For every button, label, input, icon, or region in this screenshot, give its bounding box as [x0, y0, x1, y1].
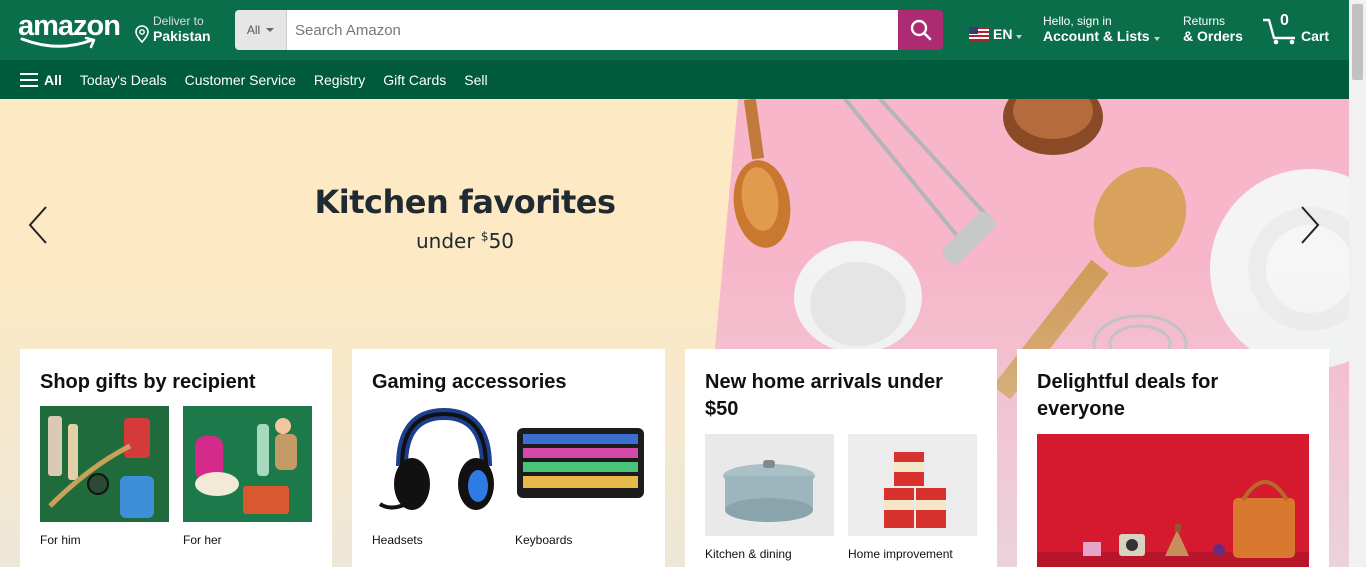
nav-customer-service[interactable]: Customer Service	[185, 72, 296, 88]
hero-subtitle-prefix: under	[415, 229, 481, 253]
search-button[interactable]	[898, 10, 943, 50]
cart-button[interactable]: 0 Cart	[1262, 12, 1332, 48]
card-title[interactable]: Delightful deals for everyone	[1037, 369, 1309, 423]
caret-down-icon	[266, 28, 275, 32]
tile-headsets[interactable]: Headsets	[372, 406, 501, 547]
search-bar: All	[235, 10, 943, 50]
carousel-next-arrow-icon[interactable]	[1298, 203, 1322, 247]
tile-for-him[interactable]: For him	[40, 406, 169, 547]
amazon-logo[interactable]: amazon	[18, 12, 121, 52]
top-nav: amazon Deliver to Pakistan All Search Am…	[0, 0, 1349, 60]
account-greeting: Hello, sign in	[1043, 14, 1112, 28]
card-title[interactable]: New home arrivals under $50	[705, 369, 977, 423]
cart-count: 0	[1280, 12, 1289, 29]
orders-label: & Orders	[1183, 28, 1243, 44]
language-code: EN	[993, 26, 1013, 42]
hamburger-icon	[20, 72, 38, 87]
card-title[interactable]: Shop gifts by recipient	[40, 369, 312, 396]
card-new-home-arrivals: New home arrivals under $50 Kitchen & di…	[685, 349, 997, 567]
nav-registry[interactable]: Registry	[314, 72, 365, 88]
card-gifts-by-recipient: Shop gifts by recipient For him For her	[20, 349, 332, 567]
account-menu[interactable]: Hello, sign in Account & Lists	[1043, 14, 1160, 44]
tile-home-improvement[interactable]: Home improvement	[848, 434, 977, 561]
language-selector[interactable]: EN	[969, 26, 1023, 42]
card-gaming-accessories: Gaming accessories Headsets Keyboards	[352, 349, 665, 567]
logo-smile-icon	[20, 36, 96, 49]
headset-image	[372, 406, 501, 522]
tile-kitchen-dining[interactable]: Kitchen & dining	[705, 434, 834, 561]
location-pin-icon	[135, 25, 149, 43]
all-menu-label: All	[44, 71, 62, 88]
for-him-image	[40, 406, 169, 522]
search-input[interactable]	[287, 10, 898, 50]
paint-cans-image	[848, 434, 977, 536]
search-icon	[910, 19, 931, 41]
cart-label: Cart	[1301, 28, 1330, 44]
for-her-image	[183, 406, 312, 522]
secondary-nav: All Today's Deals Customer Service Regis…	[0, 60, 1349, 99]
page-scrollbar[interactable]	[1349, 0, 1366, 567]
card-tiles: Headsets Keyboards	[372, 406, 644, 547]
hero-amount: 50	[488, 229, 515, 253]
hero-currency: $	[480, 229, 489, 244]
tile-caption: Keyboards	[515, 533, 573, 547]
deliver-country: Pakistan	[153, 28, 211, 44]
tile-caption: Home improvement	[848, 547, 953, 561]
tile-keyboards[interactable]: Keyboards	[515, 406, 644, 547]
nav-sell[interactable]: Sell	[464, 72, 487, 88]
dutch-oven-image	[705, 434, 834, 536]
hero-subtitle: under $50	[300, 229, 630, 253]
card-delightful-deals: Delightful deals for everyone	[1017, 349, 1329, 567]
caret-down-icon	[1153, 37, 1160, 41]
deliver-to[interactable]: Deliver to Pakistan	[135, 14, 211, 46]
all-menu-button[interactable]: All	[20, 72, 62, 88]
returns-label: Returns	[1183, 14, 1226, 28]
tile-caption: Headsets	[372, 533, 423, 547]
scrollbar-thumb[interactable]	[1352, 4, 1363, 80]
us-flag-icon	[969, 27, 989, 41]
nav-todays-deals[interactable]: Today's Deals	[80, 72, 167, 88]
deliver-label: Deliver to	[153, 14, 204, 28]
keyboard-image	[515, 406, 644, 522]
card-title[interactable]: Gaming accessories	[372, 369, 645, 396]
returns-orders[interactable]: Returns & Orders	[1183, 14, 1243, 44]
deals-image[interactable]	[1037, 434, 1309, 567]
search-category-dropdown[interactable]: All	[235, 10, 287, 50]
card-tiles: Kitchen & dining Home improvement	[705, 434, 977, 561]
tile-caption: For her	[183, 533, 222, 547]
tile-for-her[interactable]: For her	[183, 406, 312, 547]
account-lists-label: Account & Lists	[1043, 28, 1150, 44]
carousel-prev-arrow-icon[interactable]	[26, 203, 50, 247]
hero-title: Kitchen favorites	[314, 183, 616, 221]
card-tiles: For him For her	[40, 406, 312, 547]
tile-caption: For him	[40, 533, 81, 547]
nav-gift-cards[interactable]: Gift Cards	[383, 72, 446, 88]
caret-down-icon	[1016, 35, 1023, 39]
search-category-label: All	[246, 23, 261, 37]
tile-caption: Kitchen & dining	[705, 547, 792, 561]
account-lists-row: Account & Lists	[1043, 28, 1160, 44]
